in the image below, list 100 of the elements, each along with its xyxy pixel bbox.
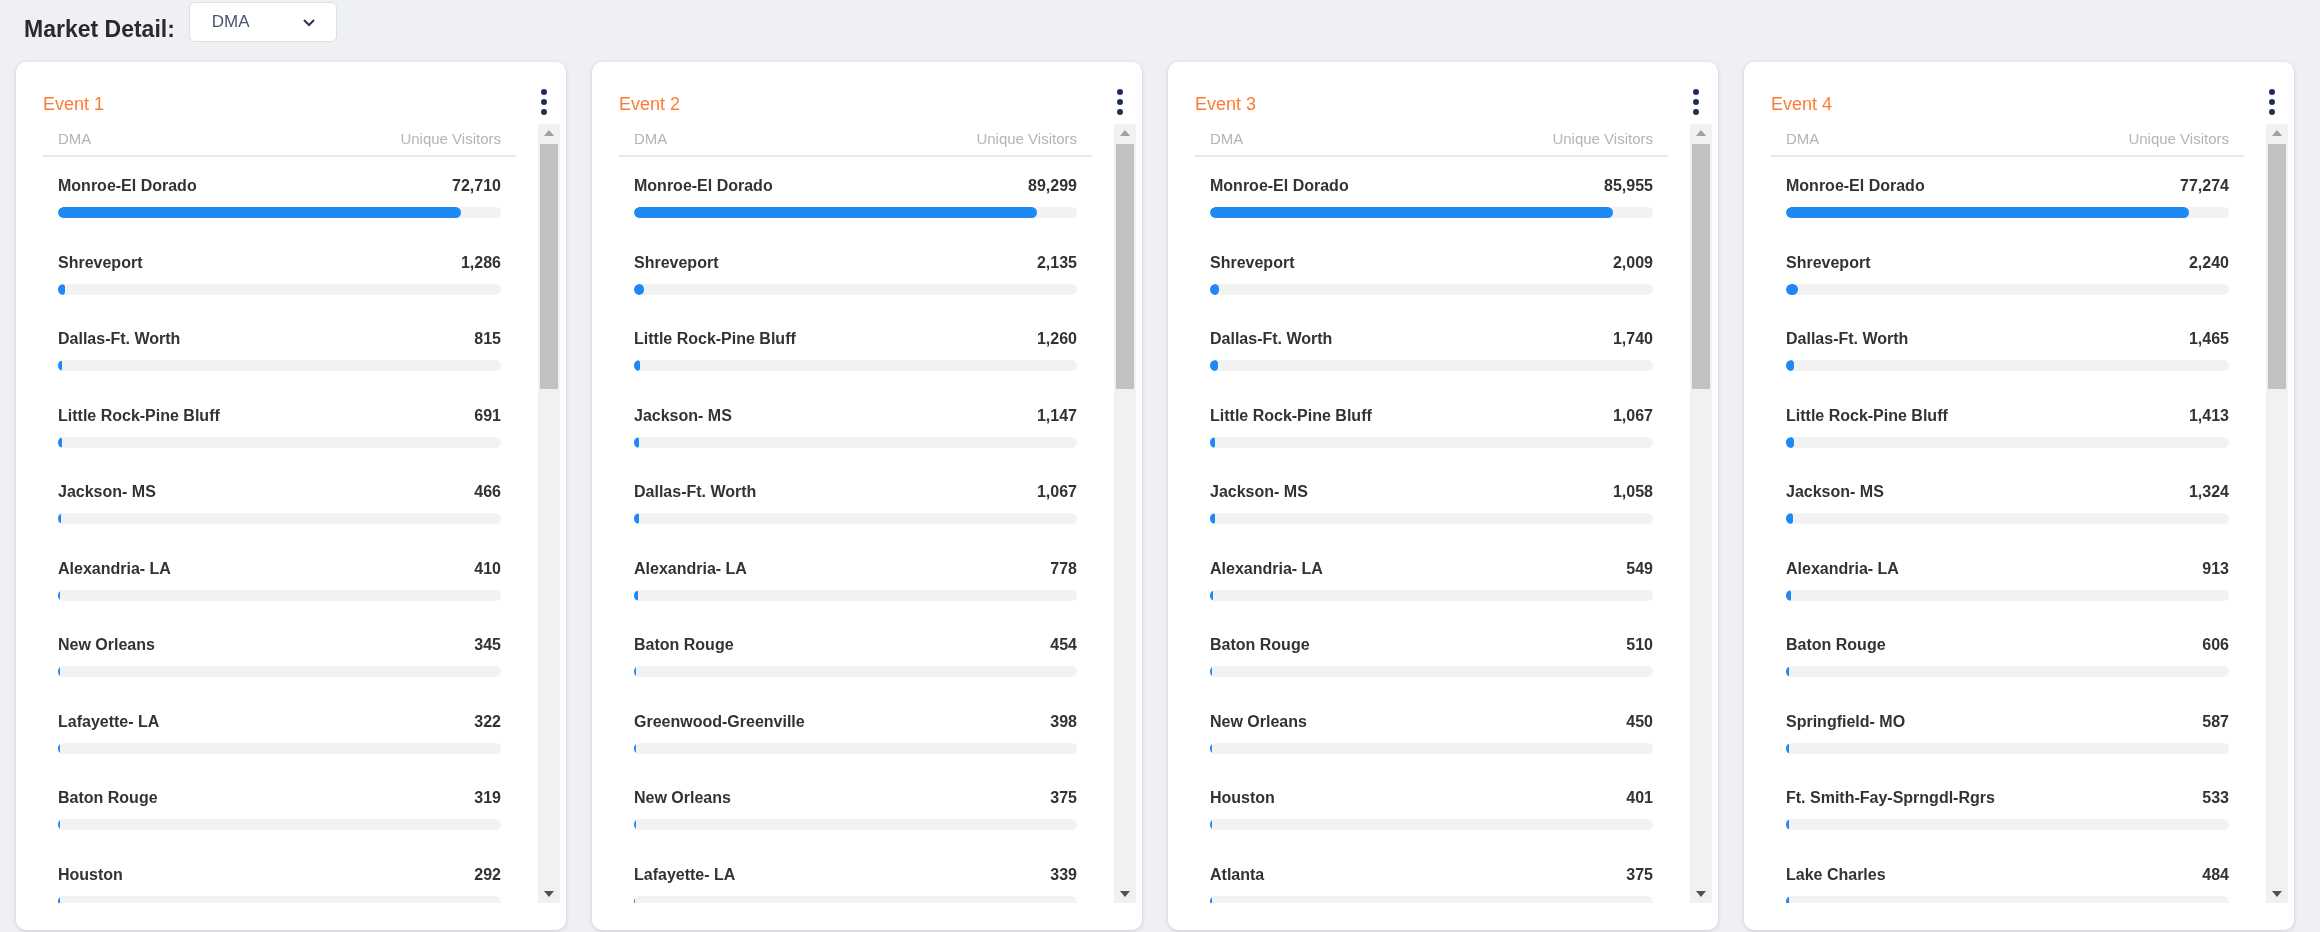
dma-name: Baton Rouge bbox=[1786, 636, 1886, 654]
dma-name: Dallas-Ft. Worth bbox=[634, 483, 757, 501]
dma-name: Little Rock-Pine Bluff bbox=[1210, 406, 1372, 425]
dma-name: Springfield- MO bbox=[1786, 712, 1906, 731]
dma-name: Shreveport bbox=[58, 253, 143, 272]
column-header: DMA bbox=[1786, 130, 1820, 147]
dma-name: Houston bbox=[58, 865, 123, 884]
scrollbar[interactable] bbox=[1690, 124, 1712, 903]
dma-dropdown[interactable]: DMA bbox=[188, 2, 337, 42]
dma-name: Houston bbox=[1210, 789, 1275, 807]
dma-name: Alexandria- LA bbox=[1210, 559, 1323, 578]
scroll-down-icon[interactable] bbox=[1120, 891, 1130, 897]
scroll-up-icon[interactable] bbox=[544, 130, 554, 136]
visitor-count: 510 bbox=[1626, 636, 1653, 654]
dma-name: Greenwood-Greenville bbox=[634, 712, 805, 731]
card-title: Event 2 bbox=[619, 94, 681, 115]
dma-name: New Orleans bbox=[634, 789, 731, 807]
dma-name: Shreveport bbox=[1210, 253, 1295, 272]
visitor-count: 1,067 bbox=[1036, 483, 1077, 501]
visitor-count: 1,058 bbox=[1612, 483, 1653, 501]
more-vertical-icon[interactable] bbox=[540, 88, 548, 116]
column-header: Unique Visitors bbox=[400, 130, 501, 147]
dma-name: Shreveport bbox=[634, 253, 719, 272]
visitor-count: 72,710 bbox=[452, 177, 501, 195]
visitor-count: 484 bbox=[2202, 865, 2229, 884]
visitor-count: 815 bbox=[474, 330, 501, 348]
visitor-count: 292 bbox=[474, 865, 501, 884]
scrollbar[interactable] bbox=[2266, 124, 2288, 903]
more-vertical-icon[interactable] bbox=[1692, 88, 1700, 116]
scrollbar[interactable] bbox=[1114, 124, 1136, 903]
visitor-count: 375 bbox=[1050, 789, 1077, 807]
dma-name: Jackson- MS bbox=[58, 483, 156, 501]
visitor-count: 1,286 bbox=[460, 253, 501, 272]
card-title: Event 1 bbox=[43, 94, 105, 115]
scroll-up-icon[interactable] bbox=[1696, 130, 1706, 136]
dma-name: Monroe-El Dorado bbox=[1786, 177, 1925, 195]
visitor-count: 587 bbox=[2202, 712, 2229, 731]
visitor-count: 450 bbox=[1626, 712, 1653, 731]
visitor-count: 345 bbox=[474, 636, 501, 654]
visitor-count: 77,274 bbox=[2180, 177, 2229, 195]
dma-name: Dallas-Ft. Worth bbox=[1786, 330, 1909, 348]
visitor-count: 533 bbox=[2202, 789, 2229, 807]
dma-name: Monroe-El Dorado bbox=[634, 177, 773, 195]
dma-name: Monroe-El Dorado bbox=[1210, 177, 1349, 195]
visitor-count: 322 bbox=[474, 712, 501, 731]
scroll-down-icon[interactable] bbox=[544, 891, 554, 897]
dma-name: Alexandria- LA bbox=[58, 559, 171, 578]
card-title: Event 4 bbox=[1771, 94, 1833, 115]
more-vertical-icon[interactable] bbox=[2268, 88, 2276, 116]
scroll-thumb[interactable] bbox=[1116, 144, 1134, 389]
scroll-up-icon[interactable] bbox=[2272, 130, 2282, 136]
visitor-count: 2,135 bbox=[1036, 253, 1077, 272]
visitor-count: 549 bbox=[1626, 559, 1653, 578]
visitor-count: 339 bbox=[1050, 865, 1077, 884]
visitor-count: 691 bbox=[474, 406, 501, 425]
scroll-up-icon[interactable] bbox=[1120, 130, 1130, 136]
visitor-count: 1,324 bbox=[2188, 483, 2229, 501]
visitor-count: 398 bbox=[1050, 712, 1077, 731]
visitor-count: 401 bbox=[1626, 789, 1653, 807]
dma-name: Monroe-El Dorado bbox=[58, 177, 197, 195]
scroll-down-icon[interactable] bbox=[1696, 891, 1706, 897]
scroll-thumb[interactable] bbox=[2268, 144, 2286, 389]
visitor-count: 2,009 bbox=[1612, 253, 1653, 272]
dma-name: Dallas-Ft. Worth bbox=[1210, 330, 1333, 348]
column-header: Unique Visitors bbox=[2128, 130, 2229, 147]
visitor-count: 319 bbox=[474, 789, 501, 807]
scroll-thumb[interactable] bbox=[540, 144, 558, 389]
dma-name: Little Rock-Pine Bluff bbox=[58, 406, 220, 425]
visitor-count: 85,955 bbox=[1604, 177, 1653, 195]
visitor-count: 2,240 bbox=[2188, 253, 2229, 272]
visitor-count: 1,067 bbox=[1612, 406, 1653, 425]
dma-name: Alexandria- LA bbox=[634, 559, 747, 578]
visitor-count: 1,260 bbox=[1036, 330, 1077, 348]
dma-name: Baton Rouge bbox=[1210, 636, 1310, 654]
chevron-down-icon bbox=[301, 17, 316, 27]
column-header: DMA bbox=[634, 130, 668, 147]
scrollbar[interactable] bbox=[538, 124, 560, 903]
dma-name: Alexandria- LA bbox=[1786, 559, 1899, 578]
dma-name: Dallas-Ft. Worth bbox=[58, 330, 181, 348]
visitor-count: 375 bbox=[1626, 865, 1653, 884]
column-header: Unique Visitors bbox=[1552, 130, 1653, 147]
visitor-count: 1,413 bbox=[2188, 406, 2229, 425]
dma-name: New Orleans bbox=[58, 636, 155, 654]
visitor-count: 410 bbox=[474, 559, 501, 578]
dma-name: Lafayette- LA bbox=[58, 712, 160, 731]
more-vertical-icon[interactable] bbox=[1116, 88, 1124, 116]
dma-name: Little Rock-Pine Bluff bbox=[634, 330, 796, 348]
dma-name: Jackson- MS bbox=[1786, 483, 1884, 501]
visitor-count: 1,465 bbox=[2188, 330, 2229, 348]
dma-name: Shreveport bbox=[1786, 253, 1871, 272]
visitor-count: 778 bbox=[1050, 559, 1077, 578]
dma-name: Jackson- MS bbox=[1210, 483, 1308, 501]
scroll-down-icon[interactable] bbox=[2272, 891, 2282, 897]
visitor-count: 1,740 bbox=[1612, 330, 1653, 348]
visitor-count: 454 bbox=[1050, 636, 1077, 654]
visitor-count: 466 bbox=[474, 483, 501, 501]
card-title: Event 3 bbox=[1195, 94, 1257, 115]
visitor-count: 606 bbox=[2202, 636, 2229, 654]
scroll-thumb[interactable] bbox=[1692, 144, 1710, 389]
column-header: DMA bbox=[1210, 130, 1244, 147]
